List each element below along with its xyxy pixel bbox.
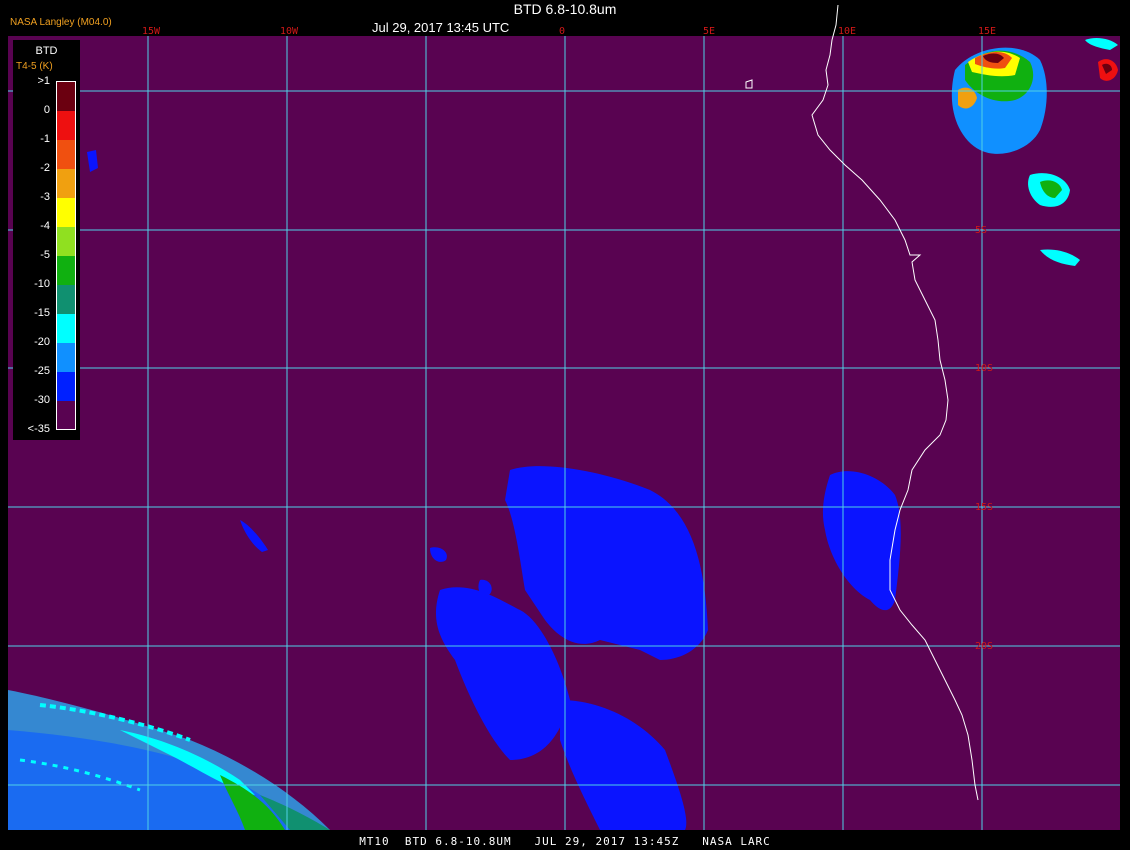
legend-label: -15 xyxy=(34,307,50,319)
image-timestamp: Jul 29, 2017 13:45 UTC xyxy=(372,20,510,35)
legend-label: -3 xyxy=(40,191,50,203)
legend-label: -5 xyxy=(40,249,50,261)
lat-label-20s: 20S xyxy=(975,641,993,652)
provider-label: NASA Langley (M04.0) xyxy=(10,17,112,28)
lon-label-10w: 10W xyxy=(280,26,299,37)
legend-label: -2 xyxy=(40,162,50,174)
legend-label: -4 xyxy=(40,220,50,232)
legend-label: >1 xyxy=(37,75,50,87)
lon-labels: 15W 10W 0 5E 10E 15E xyxy=(142,26,996,37)
lat-label-5s: 5S xyxy=(975,225,987,236)
lon-label-10e: 10E xyxy=(838,26,856,37)
lat-label-10s: 10S xyxy=(975,363,993,374)
legend-label: <-35 xyxy=(27,423,50,435)
image-title: BTD 6.8-10.8um xyxy=(513,1,617,17)
footer-caption: MT10 BTD 6.8-10.8UM JUL 29, 2017 13:45Z … xyxy=(359,835,771,848)
legend-label: -10 xyxy=(34,278,50,290)
lon-label-0: 0 xyxy=(559,26,565,37)
legend-subtitle: T4-5 (K) xyxy=(16,61,53,72)
legend-label: -20 xyxy=(34,336,50,348)
legend-label: -25 xyxy=(34,365,50,377)
lon-label-5e: 5E xyxy=(703,26,715,37)
legend-label: -30 xyxy=(34,394,50,406)
legend-title: BTD xyxy=(35,45,58,57)
color-legend: BTD T4-5 (K) >1 0 -1 -2 -3 -4 -5 -10 -15 -20 -25 -3… xyxy=(13,40,80,440)
legend-label: 0 xyxy=(43,104,50,116)
lat-label-15s: 15S xyxy=(975,502,993,513)
satellite-map: 15W 10W 0 5E 10E 15E 5S 10S 15S 20S xyxy=(8,4,1120,830)
lon-label-15w: 15W xyxy=(142,26,161,37)
legend-frame xyxy=(56,81,76,430)
lon-label-15e: 15E xyxy=(978,26,996,37)
legend-label: -1 xyxy=(40,133,50,145)
